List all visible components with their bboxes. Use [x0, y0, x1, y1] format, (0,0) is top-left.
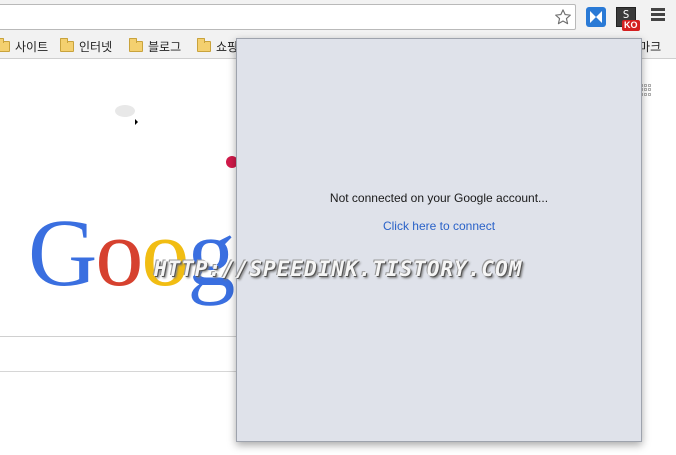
bookmark-folder[interactable]: 쇼핑	[197, 37, 238, 55]
bookmark-label: 인터넷	[79, 39, 113, 54]
divider	[0, 371, 240, 372]
extension-popup: Not connected on your Google account... …	[236, 38, 642, 442]
folder-icon	[0, 37, 10, 52]
google-logo[interactable]: Goog	[28, 199, 235, 306]
connection-status-message: Not connected on your Google account...	[329, 191, 549, 205]
extension-badge: KO	[622, 20, 640, 31]
chrome-menu-icon[interactable]	[650, 8, 666, 26]
logo-letter: g	[187, 199, 235, 306]
bookmark-folder[interactable]: 인터넷	[60, 37, 112, 55]
mouse-cursor-icon	[135, 119, 138, 125]
connect-link[interactable]: Click here to connect	[237, 219, 641, 233]
folder-icon	[60, 37, 74, 52]
watermark-text: HTTP://SPEEDINK.TISTORY.COM	[154, 257, 523, 281]
address-bar[interactable]	[0, 4, 576, 30]
doodle-flower-icon	[115, 105, 135, 117]
logo-letter: o	[95, 199, 143, 306]
logo-letter: o	[141, 199, 189, 306]
extension-bowtie-icon[interactable]	[584, 5, 608, 29]
bookmark-star-icon[interactable]	[552, 6, 574, 28]
folder-icon	[197, 37, 211, 52]
bookmark-label: 쇼핑	[216, 39, 239, 54]
bookmark-label: 블로그	[148, 39, 182, 54]
bookmark-folder[interactable]: 사이트	[0, 37, 48, 55]
folder-icon	[129, 37, 143, 52]
browser-toolbar: S KO	[0, 0, 676, 34]
doodle-area: Goog	[0, 59, 240, 337]
bookmark-folder[interactable]: 블로그	[129, 37, 181, 55]
logo-letter: G	[28, 199, 97, 306]
bookmark-label: 사이트	[15, 39, 49, 54]
extension-s-icon[interactable]: S KO	[614, 5, 640, 31]
